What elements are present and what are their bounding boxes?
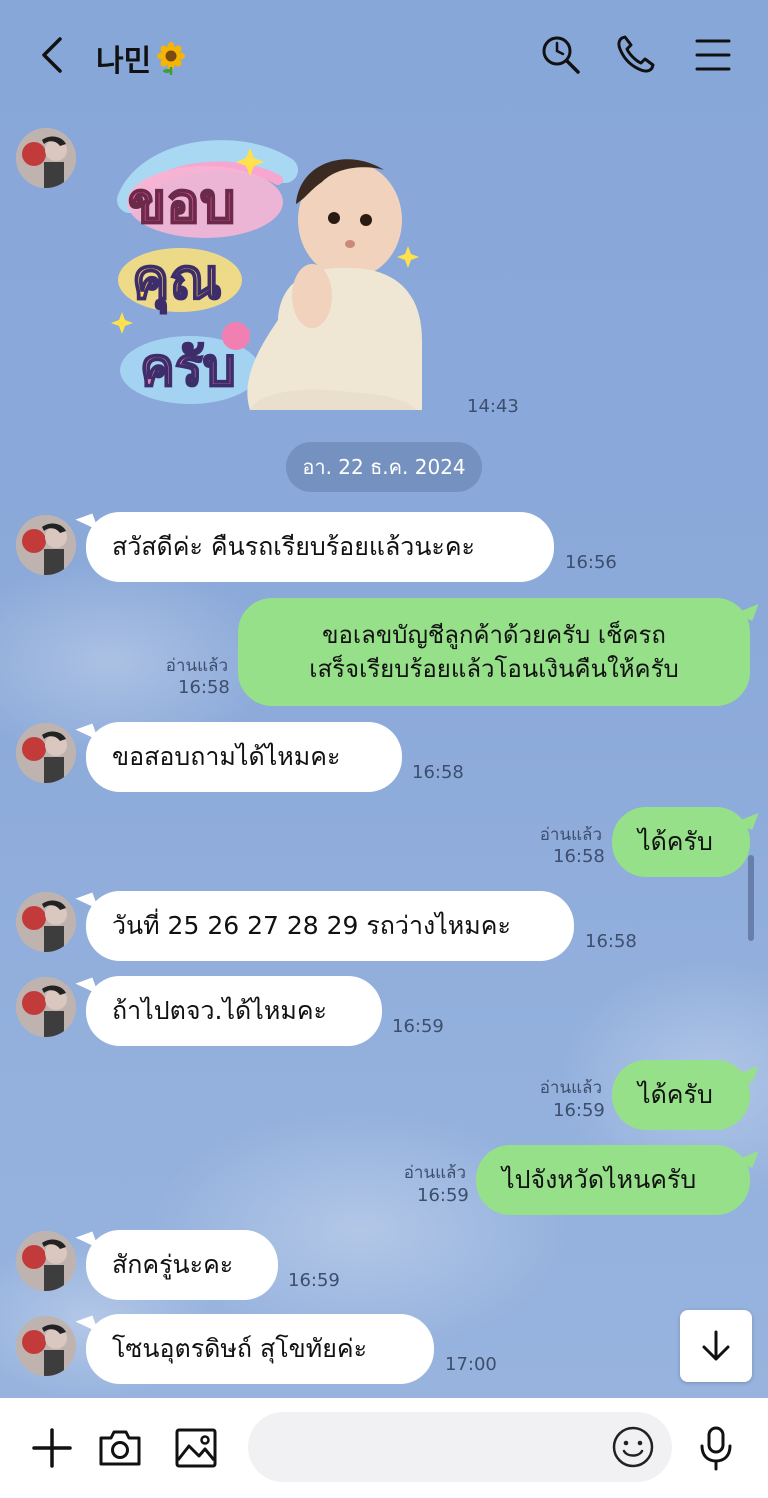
contact-avatar[interactable] xyxy=(16,1231,76,1291)
phone-call-icon[interactable] xyxy=(612,32,658,78)
outgoing-message[interactable]: ได้ครับ xyxy=(612,1060,750,1130)
message-text: ไปจังหวัดไหนครับ xyxy=(502,1165,697,1194)
read-receipt: อ่านแล้ว xyxy=(165,656,228,676)
outgoing-message[interactable]: ได้ครับ xyxy=(612,807,750,877)
incoming-message[interactable]: วันที่ 25 26 27 28 29 รถว่างไหมคะ xyxy=(86,891,574,961)
incoming-message[interactable]: ถ้าไปตจว.ได้ไหมคะ xyxy=(86,976,382,1046)
avatar-photo xyxy=(16,1231,76,1291)
svg-text:ขอบ: ขอบ xyxy=(128,171,235,236)
scroll-to-bottom-button[interactable] xyxy=(680,1310,752,1382)
message-text: สวัสดีค่ะ คืนรถเรียบร้อยแล้วนะคะ xyxy=(112,532,475,561)
chat-title: 나민 xyxy=(96,36,187,80)
contact-avatar[interactable] xyxy=(16,977,76,1037)
avatar-photo xyxy=(16,1316,76,1376)
message-text-line-1: ขอเลขบัญชีลูกค้าด้วยครับ เช็ครถ xyxy=(322,621,666,649)
contact-avatar[interactable] xyxy=(16,515,76,575)
message-text: สักครู่นะคะ xyxy=(112,1250,234,1279)
sunflower-icon xyxy=(157,42,186,75)
avatar-photo xyxy=(16,128,76,188)
message-text: ถ้าไปตจว.ได้ไหมคะ xyxy=(112,996,327,1025)
arrow-down-icon xyxy=(702,1330,730,1361)
read-receipt: อ่านแล้ว xyxy=(403,1163,466,1183)
read-receipt: อ่านแล้ว xyxy=(539,825,602,845)
thank-you-baby-sticker[interactable]: ขอบ คุณ ครับ xyxy=(110,140,430,415)
emoji-icon[interactable] xyxy=(610,1424,656,1470)
menu-icon[interactable] xyxy=(690,32,736,78)
avatar-photo xyxy=(16,892,76,952)
avatar-photo xyxy=(16,723,76,783)
message-time: 16:59 xyxy=(392,1016,444,1037)
microphone-icon[interactable] xyxy=(692,1424,740,1472)
message-time: 17:00 xyxy=(445,1354,497,1375)
message-time: 16:56 xyxy=(565,552,617,573)
svg-text:ครับ: ครับ xyxy=(140,338,236,398)
message-text-line-2: เสร็จเรียบร้อยแล้วโอนเงินคืนให้ครับ xyxy=(309,655,679,683)
message-text: ขอสอบถามได้ไหมคะ xyxy=(112,742,341,771)
avatar-photo xyxy=(16,515,76,575)
back-arrow-icon[interactable] xyxy=(30,33,74,77)
incoming-message[interactable]: สักครู่นะคะ xyxy=(86,1230,278,1300)
svg-text:คุณ: คุณ xyxy=(132,247,221,314)
message-time: 16:58 xyxy=(412,762,464,783)
message-input-bar xyxy=(0,1398,768,1498)
incoming-message[interactable]: โซนอุตรดิษถ์ สุโขทัยค่ะ xyxy=(86,1314,434,1384)
message-text: ได้ครับ xyxy=(638,1080,713,1109)
contact-avatar[interactable] xyxy=(16,128,76,188)
message-time: 16:58 xyxy=(178,677,230,698)
contact-avatar[interactable] xyxy=(16,892,76,952)
camera-icon[interactable] xyxy=(96,1424,144,1472)
message-input[interactable] xyxy=(248,1412,672,1482)
message-time: 16:59 xyxy=(417,1185,469,1206)
outgoing-message[interactable]: ไปจังหวัดไหนครับ xyxy=(476,1145,750,1215)
date-separator: อา. 22 ธ.ค. 2024 xyxy=(286,442,482,492)
read-receipt: อ่านแล้ว xyxy=(539,1078,602,1098)
contact-name: 나민 xyxy=(96,44,152,79)
chat-header: 나민 xyxy=(0,0,768,110)
message-text: วันที่ 25 26 27 28 29 รถว่างไหมคะ xyxy=(112,911,511,940)
message-time: 16:59 xyxy=(288,1270,340,1291)
avatar-photo xyxy=(16,977,76,1037)
plus-icon[interactable] xyxy=(28,1424,76,1472)
contact-avatar[interactable] xyxy=(16,723,76,783)
message-time: 16:58 xyxy=(585,931,637,952)
chat-scrollbar[interactable] xyxy=(748,855,754,941)
outgoing-message[interactable]: ขอเลขบัญชีลูกค้าด้วยครับ เช็ครถ เสร็จเรี… xyxy=(238,598,750,706)
search-icon[interactable] xyxy=(538,32,584,78)
message-text: โซนอุตรดิษถ์ สุโขทัยค่ะ xyxy=(112,1334,368,1363)
message-text: ได้ครับ xyxy=(638,827,713,856)
message-time: 16:59 xyxy=(553,1100,605,1121)
image-gallery-icon[interactable] xyxy=(172,1424,220,1472)
incoming-message[interactable]: สวัสดีค่ะ คืนรถเรียบร้อยแล้วนะคะ xyxy=(86,512,554,582)
contact-avatar[interactable] xyxy=(16,1316,76,1376)
message-time: 14:43 xyxy=(467,396,519,417)
message-time: 16:58 xyxy=(553,846,605,867)
incoming-message[interactable]: ขอสอบถามได้ไหมคะ xyxy=(86,722,402,792)
